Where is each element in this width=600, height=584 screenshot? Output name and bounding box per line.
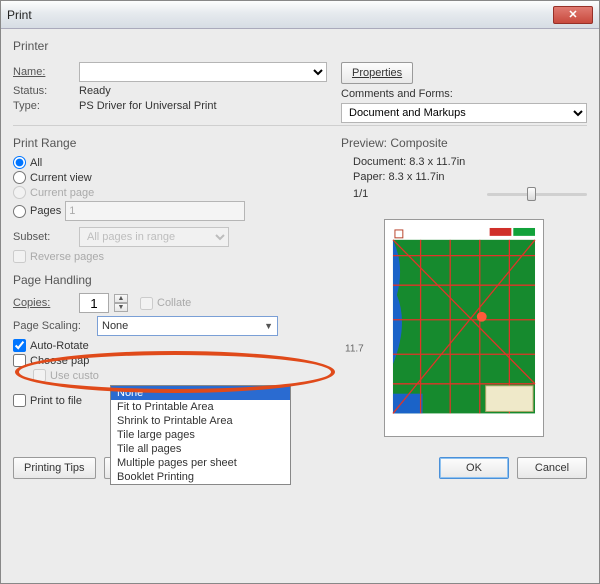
scaling-option[interactable]: Tile all pages: [111, 442, 290, 456]
comments-select[interactable]: Document and Markups: [341, 103, 587, 123]
printer-name-select[interactable]: [79, 62, 327, 82]
radio-all[interactable]: All: [13, 156, 327, 169]
scaling-option[interactable]: None: [111, 386, 290, 400]
reverse-pages-check: Reverse pages: [13, 250, 327, 263]
subset-select: All pages in range: [79, 227, 229, 247]
preview-page-count: 1/1: [353, 188, 368, 200]
subset-label: Subset:: [13, 231, 73, 243]
comments-label: Comments and Forms:: [341, 88, 587, 100]
scaling-option[interactable]: Booklet Printing: [111, 470, 290, 484]
close-button[interactable]: ✕: [553, 6, 593, 24]
preview-paper-size: Paper: 8.3 x 11.7in: [353, 171, 587, 183]
preview-height-label: 11.7: [345, 344, 364, 355]
status-value: Ready: [79, 85, 111, 97]
preview-document-size: Document: 8.3 x 11.7in: [353, 156, 587, 168]
copies-input[interactable]: [79, 293, 109, 313]
use-custom-check: Use custo: [33, 369, 327, 382]
pages-input[interactable]: [65, 201, 245, 221]
page-scaling-select[interactable]: None▼: [97, 316, 278, 336]
type-value: PS Driver for Universal Print: [79, 100, 217, 112]
printer-group-label: Printer: [13, 39, 587, 53]
chevron-down-icon: ▼: [264, 321, 273, 331]
preview-thumbnail: [384, 219, 544, 437]
printing-tips-button[interactable]: Printing Tips: [13, 457, 96, 479]
properties-button[interactable]: Properties: [341, 62, 413, 84]
radio-current-page: Current page: [13, 186, 327, 199]
radio-current-view[interactable]: Current view: [13, 171, 327, 184]
name-label: Name:: [13, 66, 73, 78]
handling-group-label: Page Handling: [13, 273, 327, 287]
close-icon: ✕: [568, 8, 577, 21]
auto-rotate-check[interactable]: Auto-Rotate: [13, 339, 327, 352]
window-title: Print: [7, 8, 553, 22]
range-group-label: Print Range: [13, 136, 327, 150]
cancel-button[interactable]: Cancel: [517, 457, 587, 479]
scaling-option[interactable]: Shrink to Printable Area: [111, 414, 290, 428]
copies-label: Copies:: [13, 297, 73, 309]
ok-button[interactable]: OK: [439, 457, 509, 479]
page-scaling-dropdown[interactable]: NoneFit to Printable AreaShrink to Print…: [110, 385, 291, 485]
radio-pages[interactable]: Pages: [13, 201, 327, 221]
scaling-option[interactable]: Fit to Printable Area: [111, 400, 290, 414]
collate-check: Collate: [140, 297, 191, 310]
copies-spinner[interactable]: ▲▼: [114, 294, 128, 312]
scaling-option[interactable]: Multiple pages per sheet: [111, 456, 290, 470]
status-label: Status:: [13, 85, 73, 97]
type-label: Type:: [13, 100, 73, 112]
scaling-label: Page Scaling:: [13, 320, 91, 332]
preview-group-label: Preview: Composite: [341, 136, 587, 150]
scaling-option[interactable]: Tile large pages: [111, 428, 290, 442]
preview-zoom-slider[interactable]: [487, 187, 587, 201]
map-preview-icon: [391, 226, 537, 429]
choose-paper-check[interactable]: Choose pap: [13, 354, 327, 367]
